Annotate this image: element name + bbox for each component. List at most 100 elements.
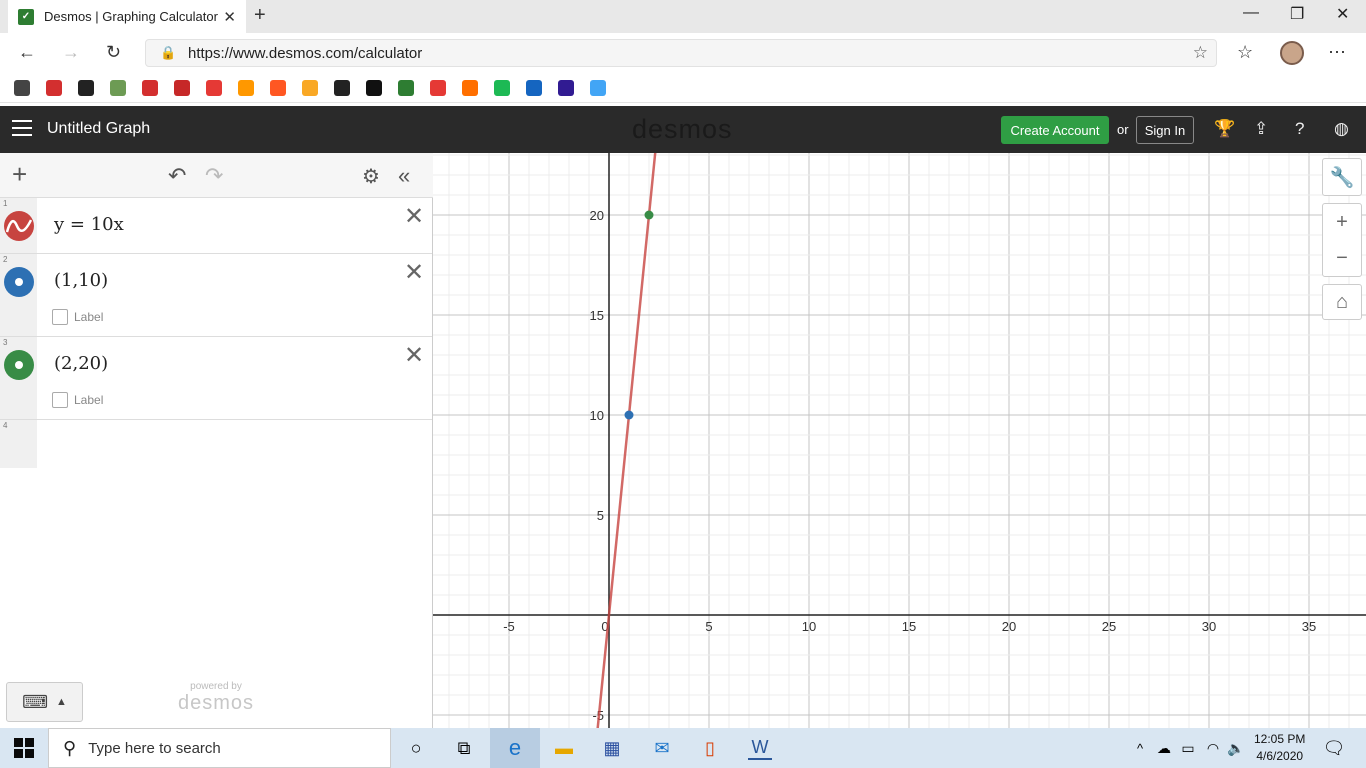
expression-row-2[interactable]: 2 (1,10) ✕ Label: [0, 254, 432, 337]
bookmark-16-icon[interactable]: [494, 80, 510, 96]
favorite-star-icon[interactable]: ☆: [1193, 43, 1208, 63]
delete-expression-icon[interactable]: ✕: [404, 258, 424, 287]
bookmark-17-icon[interactable]: [526, 80, 542, 96]
checkbox-icon[interactable]: [52, 309, 68, 325]
browser-tab[interactable]: ✓ Desmos | Graphing Calculator ✕: [8, 0, 246, 33]
graph-line-y-10x: [596, 153, 657, 728]
mail-icon[interactable]: ✉: [650, 736, 674, 760]
clock-time: 12:05 PM: [1254, 732, 1306, 746]
powered-by-logo: desmos: [177, 692, 255, 714]
caret-up-icon: ▲: [56, 696, 67, 708]
expression-row-3[interactable]: 3 (2,20) ✕ Label: [0, 337, 432, 420]
file-explorer-icon[interactable]: ▬: [552, 736, 576, 760]
address-bar[interactable]: 🔒 https://www.desmos.com/calculator ☆: [145, 39, 1217, 67]
delete-expression-icon[interactable]: ✕: [404, 341, 424, 370]
store-icon[interactable]: ▦: [600, 736, 624, 760]
edge-browser-icon[interactable]: e: [490, 728, 540, 768]
bookmark-18-icon[interactable]: [558, 80, 574, 96]
expression-row-1[interactable]: 1 y = 10x ✕: [0, 198, 432, 254]
battery-icon[interactable]: ▭: [1176, 736, 1200, 760]
default-viewport-home-icon[interactable]: ⌂: [1322, 284, 1362, 320]
line-graph-icon[interactable]: [4, 211, 34, 241]
delete-expression-icon[interactable]: ✕: [404, 202, 424, 231]
bookmark-8-icon[interactable]: [238, 80, 254, 96]
point-icon[interactable]: [4, 350, 34, 380]
label-checkbox[interactable]: Label: [52, 392, 103, 408]
settings-gear-icon[interactable]: ⚙: [362, 164, 380, 189]
zoom-out-icon[interactable]: −: [1336, 247, 1348, 270]
point-icon[interactable]: [4, 267, 34, 297]
bookmark-15-icon[interactable]: [462, 80, 478, 96]
refresh-icon[interactable]: ↻: [106, 42, 121, 63]
url-text: https://www.desmos.com/calculator: [188, 45, 423, 62]
bookmark-1-icon[interactable]: [14, 80, 30, 96]
cortana-icon[interactable]: ○: [404, 736, 428, 760]
close-window-icon[interactable]: ✕: [1336, 4, 1349, 24]
system-clock[interactable]: 12:05 PM 4/6/2020: [1254, 731, 1305, 765]
expression-latex[interactable]: (2,20): [54, 353, 108, 374]
bookmark-5-icon[interactable]: [142, 80, 158, 96]
taskbar-search-box[interactable]: ⚲ Type here to search: [48, 728, 391, 768]
expression-number: 1: [3, 199, 8, 208]
bookmark-6-icon[interactable]: [174, 80, 190, 96]
redo-icon[interactable]: ↷: [205, 163, 223, 189]
word-icon[interactable]: W: [748, 736, 772, 760]
favorites-icon[interactable]: ☆: [1237, 42, 1253, 63]
collapse-panel-icon[interactable]: «: [398, 163, 410, 189]
show-hidden-icons-icon[interactable]: ^: [1128, 736, 1152, 760]
expression-row-4[interactable]: 4: [0, 420, 432, 468]
language-globe-icon[interactable]: ◍: [1334, 119, 1349, 139]
expression-latex[interactable]: (1,10): [54, 270, 108, 291]
keyboard-toggle-button[interactable]: ⌨ ▲: [6, 682, 83, 722]
bookmark-13-icon[interactable]: [398, 80, 414, 96]
bookmark-12-icon[interactable]: [366, 80, 382, 96]
browser-nav-bar: ← → ↻ 🔒 https://www.desmos.com/calculato…: [0, 33, 1366, 73]
new-tab-icon[interactable]: +: [254, 4, 266, 27]
trophy-icon[interactable]: 🏆: [1214, 119, 1235, 139]
wifi-icon[interactable]: ◠: [1201, 736, 1225, 760]
bookmark-7-icon[interactable]: [206, 80, 222, 96]
onedrive-icon[interactable]: ☁: [1152, 736, 1176, 760]
menu-icon[interactable]: [12, 120, 32, 137]
sign-in-button[interactable]: Sign In: [1136, 116, 1194, 144]
expression-latex[interactable]: y = 10x: [54, 214, 124, 235]
profile-avatar[interactable]: [1280, 41, 1304, 65]
bookmark-9-icon[interactable]: [270, 80, 286, 96]
y-tick-label: 10: [590, 408, 604, 423]
action-center-icon[interactable]: 🗨: [1322, 736, 1346, 760]
bookmark-19-icon[interactable]: [590, 80, 606, 96]
bookmark-14-icon[interactable]: [430, 80, 446, 96]
checkbox-icon[interactable]: [52, 392, 68, 408]
expression-number: 3: [3, 338, 8, 347]
graph-title[interactable]: Untitled Graph: [47, 120, 150, 138]
add-item-icon[interactable]: +: [12, 159, 27, 190]
help-icon[interactable]: ?: [1295, 119, 1304, 139]
bookmark-4-icon[interactable]: [110, 80, 126, 96]
task-view-icon[interactable]: ⧉: [452, 736, 476, 760]
volume-icon[interactable]: 🔈: [1224, 736, 1248, 760]
share-icon[interactable]: ⇪: [1254, 119, 1268, 139]
powered-by-desmos[interactable]: powered by desmos: [176, 681, 256, 715]
office-icon[interactable]: ▯: [698, 736, 722, 760]
bookmark-10-icon[interactable]: [302, 80, 318, 96]
graph-paper[interactable]: -505101520253035-55101520: [433, 153, 1366, 728]
zoom-in-icon[interactable]: +: [1336, 211, 1348, 234]
create-account-button[interactable]: Create Account: [1001, 116, 1109, 144]
minimize-icon[interactable]: —: [1243, 4, 1259, 22]
bookmark-2-icon[interactable]: [46, 80, 62, 96]
expression-number: 4: [3, 421, 8, 430]
undo-icon[interactable]: ↶: [168, 163, 186, 189]
bookmark-11-icon[interactable]: [334, 80, 350, 96]
expression-toolbar: + ↶ ↷ ⚙ «: [0, 153, 433, 198]
back-icon[interactable]: ←: [18, 42, 36, 63]
graph-settings-wrench-icon[interactable]: 🔧: [1322, 158, 1362, 196]
restore-icon[interactable]: ❐: [1290, 4, 1304, 24]
windows-start-icon[interactable]: [14, 738, 34, 758]
expression-panel: + ↶ ↷ ⚙ « 1 y = 10x ✕ 2 (1,10) ✕ Label 3: [0, 153, 433, 728]
forward-icon[interactable]: →: [62, 42, 80, 63]
bookmark-3-icon[interactable]: [78, 80, 94, 96]
label-checkbox[interactable]: Label: [52, 309, 103, 325]
x-tick-label: 15: [902, 619, 916, 634]
more-icon[interactable]: ⋯: [1328, 42, 1346, 63]
close-tab-icon[interactable]: ✕: [223, 8, 236, 26]
